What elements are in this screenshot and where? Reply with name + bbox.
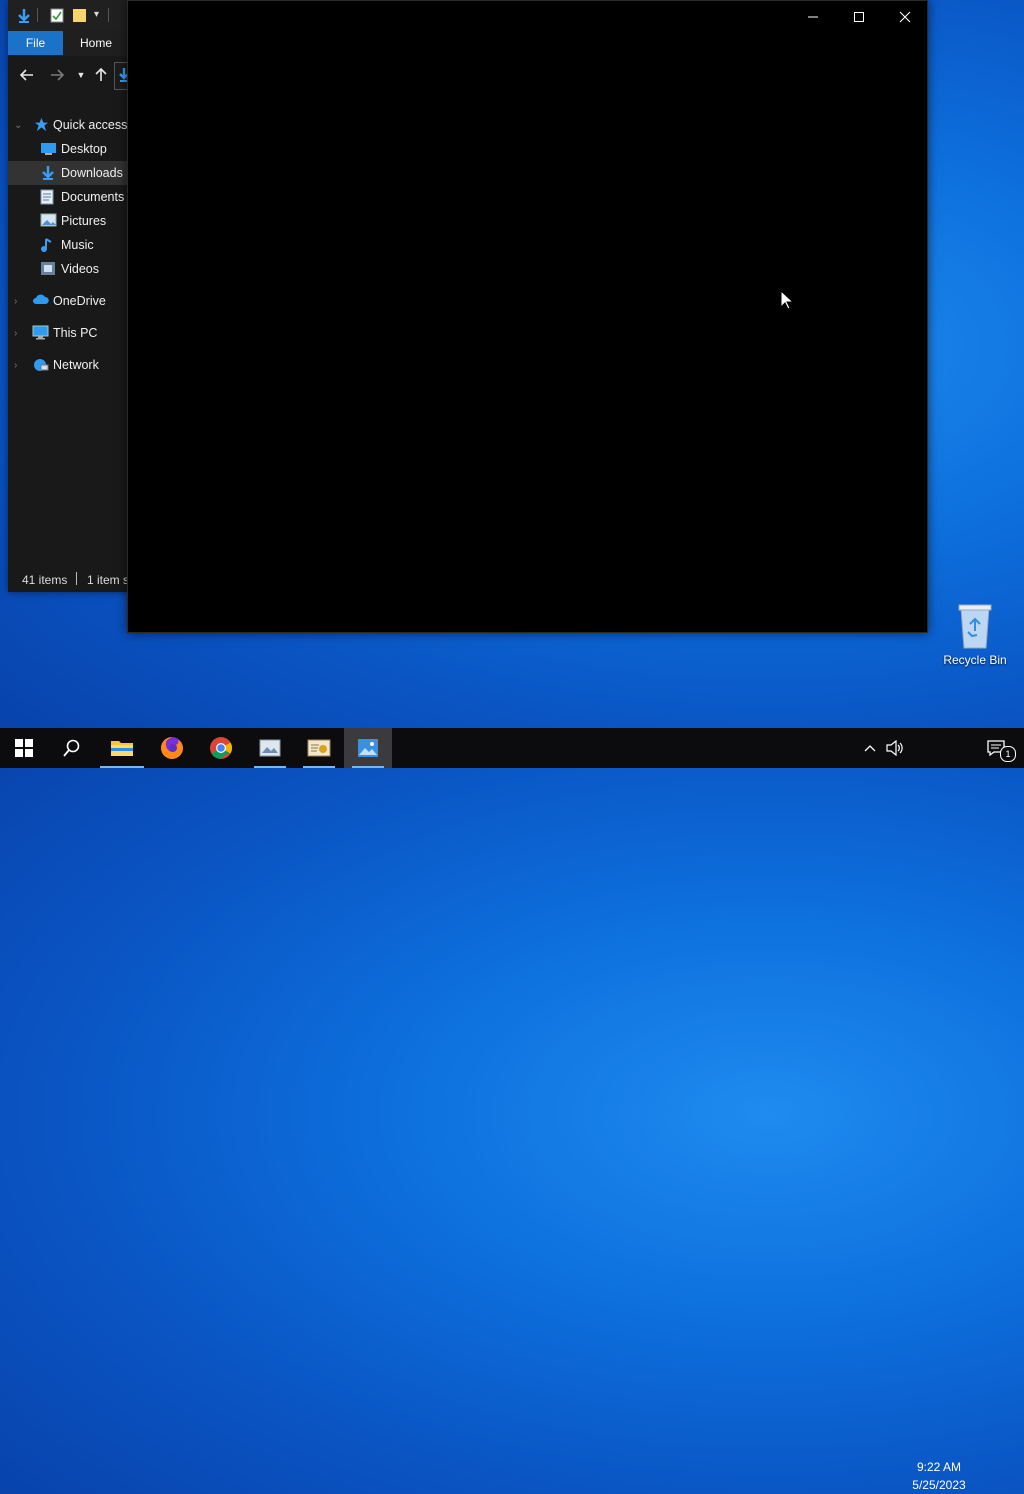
photo-app-icon [259,739,281,757]
search-icon [63,739,80,757]
desktop-icon-recycle-bin[interactable]: Recycle Bin [938,600,1012,672]
firefox-icon [161,737,183,759]
nav-label: Music [61,238,94,252]
music-icon [40,237,56,253]
notification-badge: 1 [1000,746,1016,762]
nav-label: Documents [61,190,125,204]
recycle-bin-label: Recycle Bin [943,653,1007,667]
nav-onedrive[interactable]: › OneDrive [8,289,136,313]
show-hidden-icons-button[interactable] [858,728,882,768]
taskbar-certificate-app[interactable] [295,728,343,768]
recent-locations-icon[interactable]: ▼ [72,66,90,84]
status-bar: 41 items 1 item s [8,566,136,592]
chevron-right-icon[interactable]: › [14,328,17,339]
forward-arrow-icon[interactable] [48,66,66,84]
nav-item-music[interactable]: Music [8,233,136,257]
maximize-button[interactable] [836,1,882,33]
new-folder-icon[interactable] [72,8,88,28]
nav-label: Desktop [61,142,107,156]
nav-this-pc[interactable]: › This PC [8,321,136,345]
network-icon [32,357,49,373]
photos-icon [358,739,378,757]
properties-icon[interactable] [50,8,64,28]
close-icon [899,11,911,23]
cloud-icon [32,293,49,309]
close-button[interactable] [882,1,928,33]
toolbar-separator [108,8,109,22]
toolbar-separator [37,8,38,22]
star-icon [34,117,50,133]
item-count: 41 items [22,573,68,587]
nav-label: Videos [61,262,99,276]
nav-item-desktop[interactable]: Desktop [8,137,136,161]
certificate-icon [307,739,331,757]
nav-item-videos[interactable]: Videos [8,257,136,281]
nav-label: This PC [53,326,98,340]
status-separator [76,572,77,585]
taskbar-file-explorer[interactable] [98,728,146,768]
downloads-icon[interactable] [16,8,32,29]
back-arrow-icon[interactable] [18,66,36,84]
maximize-icon [854,12,864,22]
tab-file[interactable]: File [8,31,63,55]
minimize-icon [808,16,818,18]
chevron-down-icon[interactable]: ⌄ [14,120,22,131]
recycle-bin-icon [955,602,995,655]
nav-label: Pictures [61,214,107,228]
chevron-up-icon [864,745,876,752]
nav-label: Network [53,358,99,372]
tab-home[interactable]: Home [70,31,122,55]
desktop-icon [40,141,56,157]
pictures-icon [40,213,57,229]
nav-label: OneDrive [53,294,106,308]
nav-label: Downloads [61,166,123,180]
search-button[interactable] [48,728,96,768]
taskbar: 9:22 AM 5/25/2023 1 [0,728,1024,1492]
customize-toolbar-icon[interactable]: ▾ [94,9,99,20]
mouse-cursor [780,289,795,315]
speaker-icon [886,740,903,756]
computer-icon [32,325,49,341]
documents-icon [40,189,56,205]
clock-date: 5/25/2023 [912,1478,966,1492]
quick-access-toolbar: ▾ [8,0,136,30]
folder-icon [111,741,133,756]
taskbar-firefox[interactable] [148,728,196,768]
taskbar-image-app[interactable] [246,728,294,768]
windows-logo-icon [15,739,33,757]
nav-item-pictures[interactable]: Pictures [8,209,136,233]
up-arrow-icon[interactable] [92,66,110,84]
start-button[interactable] [0,728,48,768]
nav-label: Quick access [53,118,128,132]
file-explorer-window: ▾ File Home ▼ ⌄ Quick access Desktop Dow… [8,0,136,592]
clock[interactable]: 9:22 AM 5/25/2023 [906,1458,972,1494]
clock-time: 9:22 AM [916,1460,962,1474]
app-window [127,0,928,633]
chevron-right-icon[interactable]: › [14,296,17,307]
volume-button[interactable] [882,728,908,768]
minimize-button[interactable] [790,1,836,33]
nav-network[interactable]: › Network [8,353,136,377]
nav-item-downloads[interactable]: Downloads [8,161,136,185]
nav-item-documents[interactable]: Documents [8,185,136,209]
videos-icon [40,261,56,277]
taskbar-photos[interactable] [344,728,392,768]
taskbar-chrome[interactable] [197,728,245,768]
chevron-right-icon[interactable]: › [14,360,17,371]
action-center-button[interactable]: 1 [976,728,1016,768]
downloads-icon [40,165,56,181]
chrome-icon [210,737,232,759]
nav-quick-access[interactable]: ⌄ Quick access [8,113,136,137]
selection-count: 1 item s [87,573,130,587]
